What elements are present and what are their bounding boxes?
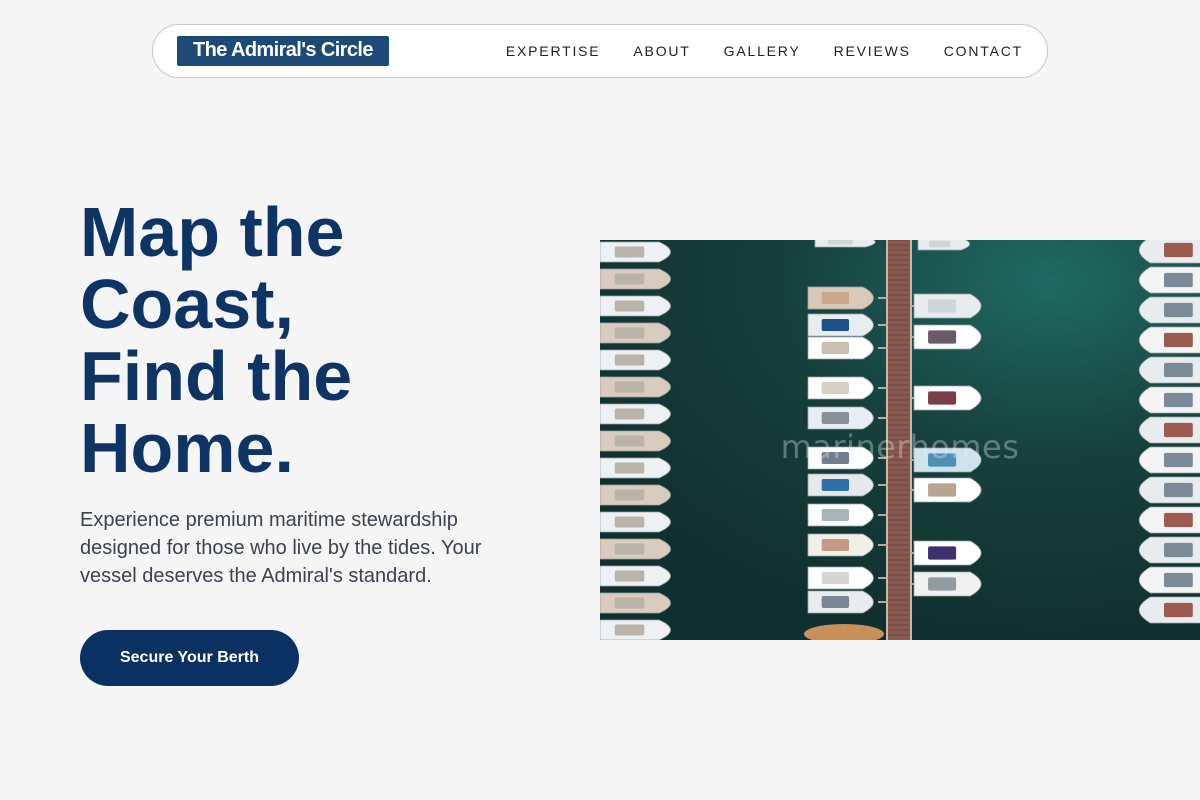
hero-title: Map the Coast, Find the Home.: [80, 196, 520, 484]
hero-title-line: Map the: [80, 193, 345, 271]
marina-photo: marinerhomes: [600, 240, 1200, 640]
nav-links: EXPERTISE ABOUT GALLERY REVIEWS CONTACT: [506, 43, 1023, 59]
top-nav: The Admiral's Circle EXPERTISE ABOUT GAL…: [152, 24, 1048, 78]
hero-description: Experience premium maritime stewardship …: [80, 509, 482, 587]
secure-berth-button[interactable]: Secure Your Berth: [80, 630, 299, 686]
hero-title-line: Coast,: [80, 265, 294, 343]
hero-title-line: Find the: [80, 337, 353, 415]
nav-link-reviews[interactable]: REVIEWS: [834, 43, 911, 59]
nav-link-expertise[interactable]: EXPERTISE: [506, 43, 601, 59]
brand-logo[interactable]: The Admiral's Circle: [177, 36, 389, 66]
nav-link-about[interactable]: ABOUT: [633, 43, 690, 59]
hero-title-line: Home.: [80, 409, 294, 487]
nav-link-contact[interactable]: CONTACT: [944, 43, 1023, 59]
nav-link-gallery[interactable]: GALLERY: [724, 43, 801, 59]
photo-watermark: marinerhomes: [780, 428, 1020, 466]
